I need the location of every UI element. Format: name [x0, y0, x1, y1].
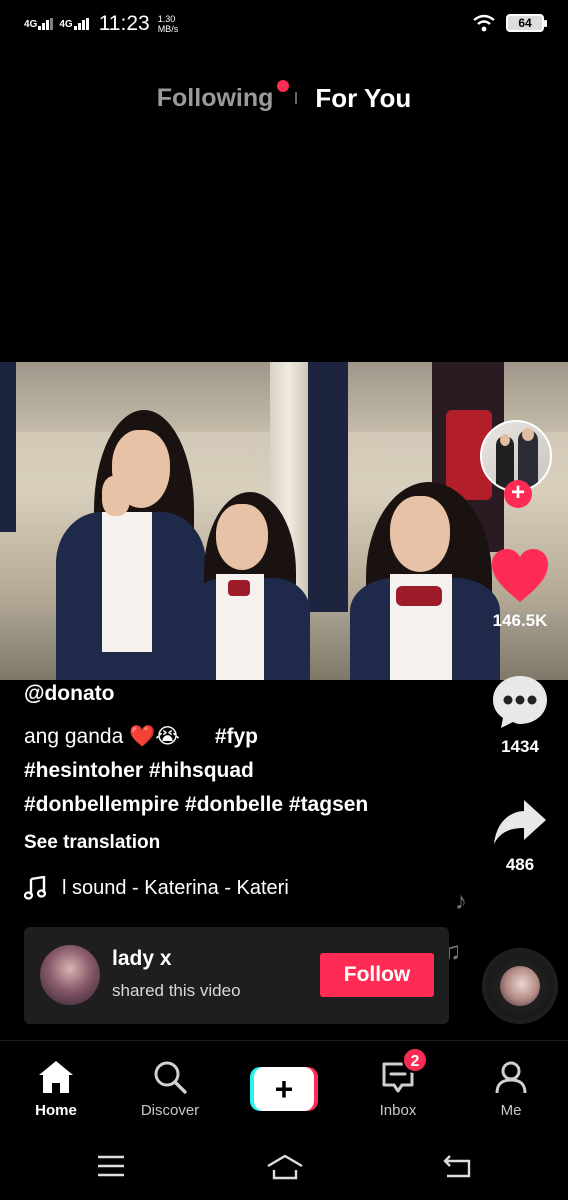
hashtag-fyp[interactable]: #fyp: [215, 725, 258, 748]
nav-inbox[interactable]: 2 Inbox: [353, 1047, 443, 1119]
music-note-icon: [24, 876, 46, 900]
profile-icon: [495, 1061, 527, 1094]
see-translation-link[interactable]: See translation: [24, 832, 464, 854]
floating-note-icon: ♪: [455, 888, 467, 915]
system-navigation-bar: [0, 1132, 568, 1200]
tab-for-you[interactable]: For You: [315, 83, 411, 114]
create-button[interactable]: +: [250, 1067, 318, 1111]
comment-button[interactable]: 1434: [486, 674, 554, 757]
follow-button[interactable]: Follow: [320, 953, 434, 997]
search-icon: [154, 1061, 187, 1094]
sound-title: l sound - Katerina - Kateri: [62, 876, 289, 899]
back-icon[interactable]: [442, 1154, 472, 1178]
creator-username[interactable]: @donato: [24, 682, 464, 706]
comment-count: 1434: [501, 737, 539, 756]
comment-icon: [493, 676, 547, 728]
share-count: 486: [505, 855, 535, 874]
battery-icon: 64: [506, 14, 547, 32]
caption-line-1: ang ganda ❤️😭 #fyp: [24, 720, 464, 754]
follow-creator-plus-icon[interactable]: +: [504, 480, 532, 508]
signal-bars-icon: [73, 18, 89, 30]
inbox-badge: 2: [402, 1047, 428, 1073]
sharer-subtitle: shared this video: [112, 981, 241, 1000]
network-indicator-2: 4G: [59, 18, 89, 30]
new-content-dot: [277, 79, 290, 92]
nav-discover-label: Discover: [140, 1102, 200, 1119]
nav-inbox-label: Inbox: [379, 1102, 417, 1119]
signal-bars-icon: [38, 18, 54, 30]
share-icon: [494, 800, 546, 844]
caption-line-3[interactable]: #donbellempire #donbelle #tagsen: [24, 788, 464, 822]
wifi-icon: [473, 14, 495, 32]
home-outline-icon[interactable]: [266, 1154, 304, 1180]
speed-value: 1.30: [157, 14, 176, 24]
status-bar: 4G 4G 11:23 1.30 MB/s 64: [0, 0, 568, 50]
tab-divider: [295, 92, 298, 104]
like-button[interactable]: 146.5K: [486, 548, 554, 631]
video-banner-left: [0, 362, 16, 532]
tab-for-you-label: For You: [315, 82, 412, 113]
network-label-1: 4G: [24, 19, 38, 30]
heart-icon: [492, 549, 548, 602]
network-label-2: 4G: [59, 19, 73, 30]
share-button[interactable]: 486: [486, 798, 554, 875]
clock: 11:23: [98, 12, 150, 35]
plus-icon: +: [254, 1067, 314, 1111]
shared-by-card[interactable]: lady x shared this video Follow: [24, 927, 449, 1024]
bottom-navigation: Home Discover + 2 Inbox Me: [0, 1040, 568, 1130]
nav-me[interactable]: Me: [466, 1059, 556, 1119]
sound-disc-cover: [500, 966, 540, 1006]
sound-disc-button[interactable]: [482, 948, 558, 1024]
speed-unit: MB/s: [157, 24, 179, 34]
sound-marquee[interactable]: l sound - Katerina - Kateri: [24, 876, 324, 900]
sharer-avatar[interactable]: [40, 945, 100, 1005]
like-count: 146.5K: [492, 611, 548, 630]
status-right: 64: [472, 14, 547, 32]
network-speed: 1.30 MB/s: [158, 14, 179, 34]
video-person-2: [186, 492, 316, 680]
nav-home-label: Home: [35, 1102, 77, 1119]
status-left: 4G 4G 11:23 1.30 MB/s: [24, 12, 178, 36]
feed-tabs: Following For You: [0, 78, 568, 118]
sharer-name: lady x: [112, 947, 172, 970]
tab-following[interactable]: Following: [156, 79, 290, 113]
network-indicator-1: 4G: [24, 18, 54, 30]
menu-icon[interactable]: [96, 1154, 126, 1178]
creator-avatar-button[interactable]: +: [480, 420, 556, 510]
nav-me-label: Me: [500, 1102, 522, 1119]
caption-line-2[interactable]: #hesintoher #hihsquad: [24, 754, 464, 788]
home-icon: [39, 1061, 73, 1093]
nav-home[interactable]: Home: [11, 1059, 101, 1119]
video-player[interactable]: [0, 362, 568, 680]
video-caption: @donato ang ganda ❤️😭 #fyp #hesintoher #…: [24, 682, 464, 854]
nav-discover[interactable]: Discover: [125, 1059, 215, 1119]
caption-text: ang ganda ❤️😭: [24, 725, 180, 748]
tab-following-label: Following: [156, 83, 274, 112]
